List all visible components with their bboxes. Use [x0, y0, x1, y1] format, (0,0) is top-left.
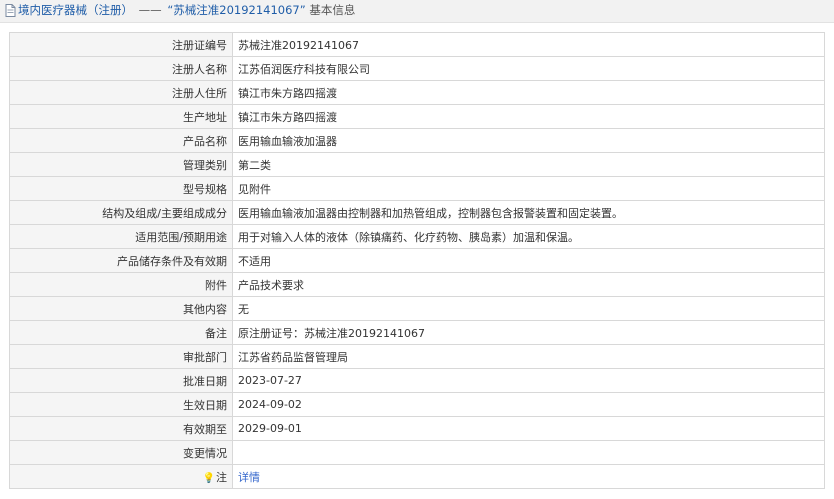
field-label: 有效期至	[9, 416, 233, 441]
table-row: 💡注 详情	[9, 464, 825, 489]
category-note: （注册）	[87, 3, 133, 17]
record-suffix: 基本信息	[309, 3, 356, 17]
table-row: 产品储存条件及有效期 不适用	[9, 248, 825, 273]
note-value-cell: 详情	[232, 464, 825, 489]
field-value	[232, 440, 825, 465]
field-label: 变更情况	[9, 440, 233, 465]
info-table-footer: 💡注 详情	[9, 464, 825, 489]
table-row: 适用范围/预期用途 用于对输入人体的液体（除镇痛药、化疗药物、胰岛素）加温和保温。	[9, 224, 825, 249]
table-row: 注册人住所 镇江市朱方路四摇渡	[9, 80, 825, 105]
table-row: 注册证编号 苏械注准20192141067	[9, 32, 825, 57]
field-label: 适用范围/预期用途	[9, 224, 233, 249]
title-separator: ——	[138, 3, 162, 17]
table-row: 结构及组成/主要组成成分 医用输血输液加温器由控制器和加热管组成，控制器包含报警装…	[9, 200, 825, 225]
field-label: 产品储存条件及有效期	[9, 248, 233, 273]
field-label: 注册人名称	[9, 56, 233, 81]
field-value: 镇江市朱方路四摇渡	[232, 80, 825, 105]
table-row: 生产地址 镇江市朱方路四摇渡	[9, 104, 825, 129]
note-label: 注	[216, 470, 227, 484]
field-value: 苏械注准20192141067	[232, 32, 825, 57]
field-label: 产品名称	[9, 128, 233, 153]
field-value: 医用输血输液加温器由控制器和加热管组成，控制器包含报警装置和固定装置。	[232, 200, 825, 225]
table-row: 注册人名称 江苏佰润医疗科技有限公司	[9, 56, 825, 81]
field-label: 备注	[9, 320, 233, 345]
field-value: 无	[232, 296, 825, 321]
field-value: 见附件	[232, 176, 825, 201]
field-value: 江苏省药品监督管理局	[232, 344, 825, 369]
field-label: 生产地址	[9, 104, 233, 129]
table-row: 批准日期 2023-07-27	[9, 368, 825, 393]
table-row: 备注 原注册证号：苏械注准20192141067	[9, 320, 825, 345]
info-table-body: 注册证编号 苏械注准20192141067 注册人名称 江苏佰润医疗科技有限公司 注册人…	[9, 32, 825, 465]
page-title: 境内医疗器械（注册） —— “苏械注准20192141067” 基本信息	[18, 4, 355, 17]
table-row: 变更情况	[9, 440, 825, 465]
lightbulb-icon: 💡	[202, 472, 215, 484]
field-value: 第二类	[232, 152, 825, 177]
table-row: 有效期至 2029-09-01	[9, 416, 825, 441]
field-value: 用于对输入人体的液体（除镇痛药、化疗药物、胰岛素）加温和保温。	[232, 224, 825, 249]
field-value: 江苏佰润医疗科技有限公司	[232, 56, 825, 81]
table-row: 管理类别 第二类	[9, 152, 825, 177]
table-row: 产品名称 医用输血输液加温器	[9, 128, 825, 153]
field-value: 2029-09-01	[232, 416, 825, 441]
title-bar: 境内医疗器械（注册） —— “苏械注准20192141067” 基本信息	[0, 0, 834, 23]
field-value: 产品技术要求	[232, 272, 825, 297]
field-value: 原注册证号：苏械注准20192141067	[232, 320, 825, 345]
field-value: 2024-09-02	[232, 392, 825, 417]
field-label: 批准日期	[9, 368, 233, 393]
field-label: 注册证编号	[9, 32, 233, 57]
field-label: 审批部门	[9, 344, 233, 369]
table-row: 型号规格 见附件	[9, 176, 825, 201]
details-link[interactable]: 详情	[238, 471, 260, 484]
document-icon	[5, 4, 16, 17]
record-title: “苏械注准20192141067”	[167, 3, 306, 17]
table-row: 其他内容无	[9, 296, 825, 321]
field-value: 镇江市朱方路四摇渡	[232, 104, 825, 129]
field-label: 注册人住所	[9, 80, 233, 105]
field-label: 附件	[9, 272, 233, 297]
category-label: 境内医疗器械	[18, 3, 87, 17]
field-label: 型号规格	[9, 176, 233, 201]
field-label: 管理类别	[9, 152, 233, 177]
table-row: 审批部门 江苏省药品监督管理局	[9, 344, 825, 369]
field-value: 医用输血输液加温器	[232, 128, 825, 153]
field-value: 2023-07-27	[232, 368, 825, 393]
basic-info-table: 注册证编号 苏械注准20192141067 注册人名称 江苏佰润医疗科技有限公司 注册人…	[9, 32, 825, 489]
field-value: 不适用	[232, 248, 825, 273]
table-row: 附件 产品技术要求	[9, 272, 825, 297]
field-label: 其他内容	[9, 296, 233, 321]
note-label-cell: 💡注	[9, 464, 233, 489]
field-label: 生效日期	[9, 392, 233, 417]
field-label: 结构及组成/主要组成成分	[9, 200, 233, 225]
table-row: 生效日期 2024-09-02	[9, 392, 825, 417]
